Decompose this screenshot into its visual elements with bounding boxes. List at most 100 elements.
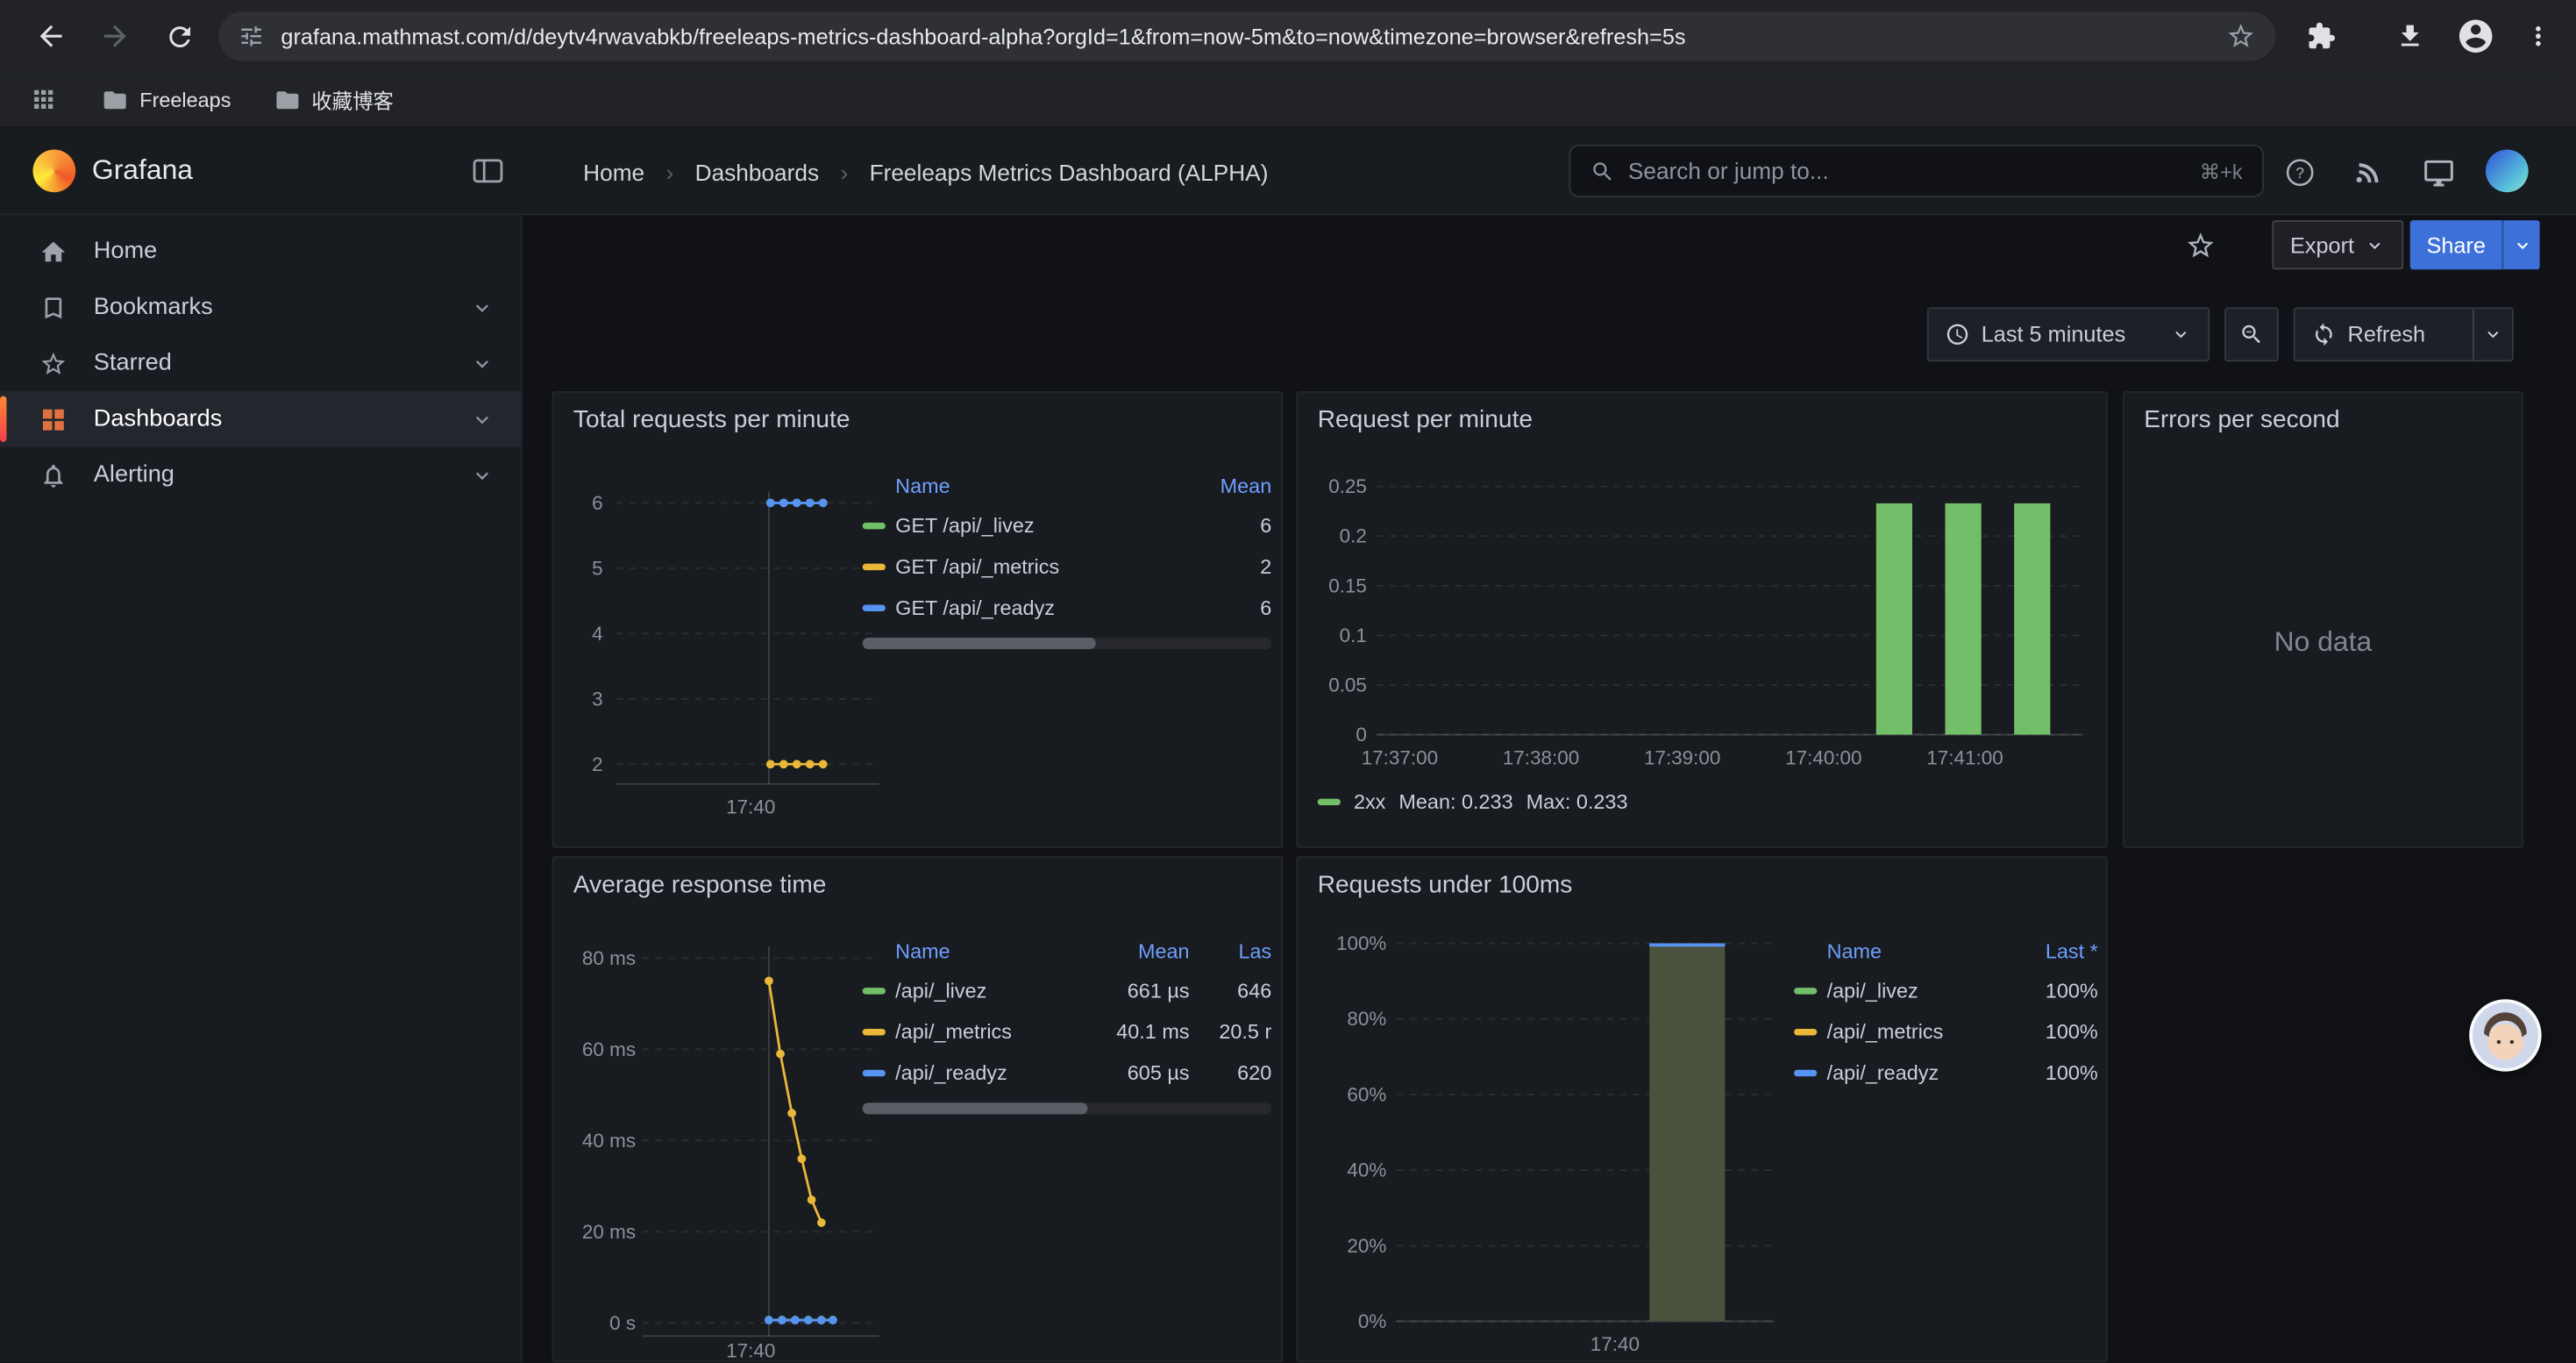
scrollbar-thumb[interactable] xyxy=(863,638,1096,649)
panel-title[interactable]: Total requests per minute xyxy=(573,406,850,434)
svg-text:?: ? xyxy=(2295,164,2304,182)
breadcrumb-home[interactable]: Home xyxy=(583,159,644,185)
sidebar-toggle-button[interactable] xyxy=(470,153,506,194)
sidebar-item-starred[interactable]: Starred xyxy=(0,335,521,391)
sidebar: Home Bookmarks Starred Dashboards Alerti… xyxy=(0,215,523,1362)
refresh-icon xyxy=(2311,322,2336,346)
bookmark-star-icon[interactable] xyxy=(2226,21,2256,51)
bookmark-blog[interactable]: 收藏博客 xyxy=(274,84,394,116)
legend-row[interactable]: /api/_readyz 100% xyxy=(1794,1052,2098,1093)
legend-col-name[interactable]: Name xyxy=(895,940,1087,963)
svg-text:0.15: 0.15 xyxy=(1328,574,1367,596)
chevron-down-icon[interactable] xyxy=(470,462,495,487)
legend-scrollbar[interactable] xyxy=(863,638,1272,649)
svg-text:0.2: 0.2 xyxy=(1340,525,1367,547)
time-range-picker[interactable]: Last 5 minutes xyxy=(1927,307,2210,361)
downloads-button[interactable] xyxy=(2382,8,2438,64)
forward-button[interactable] xyxy=(87,8,143,64)
back-button[interactable] xyxy=(23,8,79,64)
browser-menu-button[interactable] xyxy=(2510,8,2566,64)
legend-row[interactable]: /api/_metrics 40.1 ms 20.5 r xyxy=(863,1010,1272,1052)
request-per-minute-chart[interactable]: 0.250.20.150.10.05017:37:0017:38:0017:39… xyxy=(1311,468,2096,781)
svg-text:17:39:00: 17:39:00 xyxy=(1644,746,1720,768)
zoom-out-button[interactable] xyxy=(2224,307,2279,361)
legend-row[interactable]: /api/_livez 661 µs 646 xyxy=(863,969,1272,1010)
series-name: /api/_metrics xyxy=(1827,1020,2016,1043)
grafana-logo[interactable] xyxy=(32,150,75,193)
breadcrumb-dashboards[interactable]: Dashboards xyxy=(695,159,819,185)
sidebar-item-bookmarks[interactable]: Bookmarks xyxy=(0,280,521,336)
refresh-interval-button[interactable] xyxy=(2473,309,2512,360)
panel-title[interactable]: Request per minute xyxy=(1318,406,1533,434)
breadcrumb-separator: › xyxy=(840,159,848,185)
legend-col-last[interactable]: Last * xyxy=(2016,940,2098,963)
assistant-avatar[interactable] xyxy=(2469,999,2541,1071)
news-button[interactable] xyxy=(2348,151,2391,194)
legend-table: Name Mean Las /api/_livez 661 µs 646 /ap… xyxy=(863,933,1272,1114)
total-requests-chart[interactable]: 6543217:40 xyxy=(564,468,886,843)
search-input[interactable] xyxy=(1628,158,2187,184)
help-icon: ? xyxy=(2283,156,2316,189)
legend-row[interactable]: /api/_readyz 605 µs 620 xyxy=(863,1052,1272,1093)
legend-scrollbar[interactable] xyxy=(863,1103,1272,1114)
bookmarks-bar: Freeleaps 收藏博客 xyxy=(0,72,2576,128)
reload-icon xyxy=(163,20,195,52)
legend-table: Name Mean GET /api/_livez 6 GET /api/_me… xyxy=(863,468,1272,649)
panel-title[interactable]: Errors per second xyxy=(2144,406,2339,434)
svg-text:17:38:00: 17:38:00 xyxy=(1503,746,1579,768)
search-shortcut: ⌘+k xyxy=(2200,159,2243,183)
dashboards-grid-icon xyxy=(39,405,68,433)
series-name[interactable]: 2xx xyxy=(1354,790,1385,813)
share-button[interactable]: Share xyxy=(2410,220,2502,269)
legend-row[interactable]: GET /api/_readyz 6 xyxy=(863,587,1272,628)
legend-row[interactable]: /api/_livez 100% xyxy=(1794,969,2098,1010)
grafana-brand: Grafana xyxy=(92,154,193,187)
user-avatar[interactable] xyxy=(2486,150,2529,193)
series-max: Max: 0.233 xyxy=(1526,790,1628,813)
refresh-button[interactable]: Refresh xyxy=(2295,309,2442,360)
chevron-down-icon[interactable] xyxy=(470,407,495,432)
legend-col-mean[interactable]: Mean xyxy=(1196,475,1271,498)
search-box[interactable]: ⌘+k xyxy=(1569,145,2264,197)
favorite-dashboard-button[interactable] xyxy=(2179,224,2222,267)
help-button[interactable]: ? xyxy=(2279,151,2322,194)
site-settings-icon[interactable] xyxy=(238,23,265,49)
breadcrumb: Home › Dashboards › Freeleaps Metrics Da… xyxy=(583,128,1268,215)
requests-under-100ms-chart[interactable]: 100%80%60%40%20%0%17:40 xyxy=(1311,933,1787,1362)
panel-errors-per-second: Errors per second No data xyxy=(2123,391,2523,848)
extensions-button[interactable] xyxy=(2294,8,2350,64)
chevron-down-icon xyxy=(2170,324,2191,345)
clock-icon xyxy=(1945,322,1969,346)
chevron-down-icon[interactable] xyxy=(470,351,495,375)
sidebar-item-alerting[interactable]: Alerting xyxy=(0,447,521,503)
bookmark-freeleaps[interactable]: Freeleaps xyxy=(102,86,231,112)
panel-title[interactable]: Average response time xyxy=(573,871,827,899)
legend-col-mean[interactable]: Mean xyxy=(1087,940,1189,963)
display-button[interactable] xyxy=(2416,151,2459,194)
svg-text:40%: 40% xyxy=(1347,1160,1386,1181)
sidebar-item-label: Dashboards xyxy=(94,406,223,432)
svg-text:0.1: 0.1 xyxy=(1340,624,1367,646)
reload-button[interactable] xyxy=(151,8,207,64)
legend-col-last[interactable]: Las xyxy=(1190,940,1272,963)
sidebar-item-dashboards[interactable]: Dashboards xyxy=(0,391,521,447)
share-menu-button[interactable] xyxy=(2502,220,2540,269)
legend-row[interactable]: /api/_metrics 100% xyxy=(1794,1010,2098,1052)
legend-col-name[interactable]: Name xyxy=(1827,940,2016,963)
legend-row[interactable]: GET /api/_livez 6 xyxy=(863,504,1272,546)
legend-col-name[interactable]: Name xyxy=(895,475,1196,498)
legend-row[interactable]: GET /api/_metrics 2 xyxy=(863,546,1272,587)
panel-title[interactable]: Requests under 100ms xyxy=(1318,871,1573,899)
profile-button[interactable] xyxy=(2448,8,2504,64)
export-button[interactable]: Export xyxy=(2272,220,2403,269)
series-last: 620 xyxy=(1190,1060,1272,1083)
time-range-label: Last 5 minutes xyxy=(1982,322,2126,346)
url-bar[interactable]: grafana.mathmast.com/d/deytv4rwavabkb/fr… xyxy=(218,11,2275,61)
svg-text:0%: 0% xyxy=(1358,1310,1386,1332)
sidebar-item-home[interactable]: Home xyxy=(0,224,521,280)
grafana-header: Grafana Home › Dashboards › Freeleaps Me… xyxy=(0,128,2576,215)
apps-grid-button[interactable] xyxy=(23,80,62,119)
avg-response-time-chart[interactable]: 80 ms60 ms40 ms20 ms0 s17:40 xyxy=(564,933,886,1362)
scrollbar-thumb[interactable] xyxy=(863,1103,1088,1114)
chevron-down-icon[interactable] xyxy=(470,295,495,319)
